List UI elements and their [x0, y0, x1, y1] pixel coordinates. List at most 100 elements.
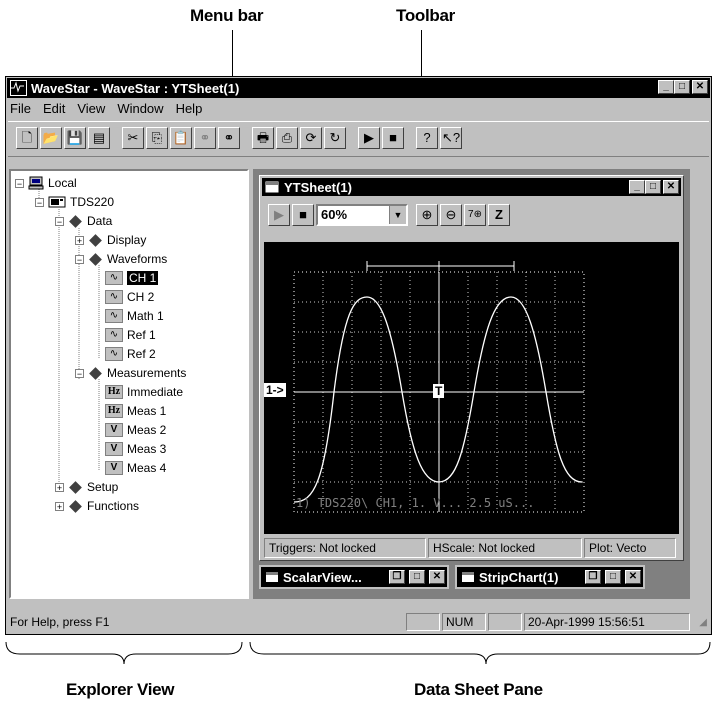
stop-icon[interactable]: ■	[382, 127, 404, 149]
minimized-window-title: ScalarView...	[283, 569, 362, 585]
collapse-icon[interactable]: −	[35, 197, 44, 207]
tree-label: Measurements	[107, 366, 187, 380]
wavestar-window: WaveStar - WaveStar : YTSheet(1) _ □ ✕ F…	[5, 76, 712, 635]
diamond-icon	[89, 366, 102, 380]
close-button[interactable]: ✕	[625, 570, 641, 584]
maximize-button[interactable]: □	[605, 570, 621, 584]
save-all-icon[interactable]: ▤	[88, 127, 110, 149]
minimize-button[interactable]: _	[658, 80, 674, 94]
tree-item-ch2[interactable]: ∿ CH 2	[105, 289, 154, 305]
tree-item-meas1[interactable]: Hz Meas 1	[105, 403, 166, 419]
menu-view[interactable]: View	[71, 101, 111, 119]
tree-label: Data	[87, 214, 113, 228]
plot-status: Plot: Vecto	[584, 538, 676, 558]
tree-item-tds220[interactable]: − TDS220	[35, 194, 114, 210]
close-button[interactable]: ✕	[429, 570, 445, 584]
tree-item-measurements[interactable]: − Measurements	[75, 365, 186, 381]
collapse-icon[interactable]: −	[55, 216, 64, 226]
collapse-icon[interactable]: −	[75, 254, 84, 264]
tree-label: Math 1	[127, 309, 164, 323]
collapse-icon[interactable]: −	[15, 178, 24, 188]
tree-item-immediate[interactable]: Hz Immediate	[105, 384, 183, 400]
expand-icon[interactable]: +	[55, 501, 64, 511]
run-icon[interactable]: ▶	[358, 127, 380, 149]
tree-item-functions[interactable]: + Functions	[55, 498, 139, 514]
zoom-in-icon[interactable]: ⊕	[416, 204, 438, 226]
refresh-icon[interactable]: ⟳	[300, 127, 322, 149]
restore-button[interactable]: ❐	[585, 570, 601, 584]
tree-item-ref2[interactable]: ∿ Ref 2	[105, 346, 156, 362]
restore-button[interactable]: ❐	[389, 570, 405, 584]
tree-item-ch1[interactable]: ∿ CH 1	[105, 270, 159, 286]
tree-label: CH 2	[127, 290, 155, 304]
ytsheet-title-bar[interactable]: YTSheet(1) _ □ ✕	[262, 178, 681, 196]
help-icon[interactable]: ?	[416, 127, 438, 149]
link-disabled-icon[interactable]: ⚭	[194, 127, 216, 149]
cut-icon[interactable]: ✂	[122, 127, 144, 149]
tree-label: Meas 4	[127, 461, 167, 475]
minimized-window-title: StripChart(1)	[479, 569, 559, 585]
tree-item-meas4[interactable]: V Meas 4	[105, 460, 166, 476]
zoom-box-icon[interactable]: Z	[488, 204, 510, 226]
computer-icon	[28, 176, 44, 190]
channel-marker[interactable]: 1->	[264, 383, 286, 397]
callout-toolbar: Toolbar	[396, 6, 455, 25]
tree-item-meas2[interactable]: V Meas 2	[105, 422, 166, 438]
maximize-button[interactable]: □	[409, 570, 425, 584]
menu-edit[interactable]: Edit	[37, 101, 71, 119]
stop-icon[interactable]: ■	[292, 204, 314, 226]
zoom-select[interactable]: 60% ▼	[316, 204, 408, 226]
v-icon: V	[105, 442, 123, 456]
close-button[interactable]: ✕	[663, 180, 679, 194]
resize-grip-icon[interactable]: ◢	[699, 617, 707, 628]
zoom-fit-icon[interactable]: 7⊕	[464, 204, 486, 226]
tree-label: Local	[48, 176, 77, 190]
hscale-status: HScale: Not locked	[428, 538, 582, 558]
trigger-marker[interactable]: T	[433, 384, 445, 398]
tree-item-ref1[interactable]: ∿ Ref 1	[105, 327, 156, 343]
save-icon[interactable]: 💾	[64, 127, 86, 149]
play-icon[interactable]: ▶	[268, 204, 290, 226]
minimize-button[interactable]: _	[629, 180, 645, 194]
tree-item-data[interactable]: − Data	[55, 213, 112, 229]
expand-icon[interactable]: +	[75, 235, 84, 245]
waveform-icon: ∿	[105, 309, 123, 323]
tree-item-local[interactable]: − Local	[15, 175, 77, 191]
explorer-view[interactable]: − Local − TDS220 − Data + Display − Wave…	[9, 169, 249, 599]
scope-display[interactable]: 1-> T 1) TDS220\ CH1, 1. V... 2.5 uS...	[264, 242, 679, 534]
open-icon[interactable]: 📂	[40, 127, 62, 149]
new-icon[interactable]: 🗋	[16, 127, 38, 149]
tree-label: Functions	[87, 499, 140, 513]
maximize-button[interactable]: □	[674, 80, 690, 94]
print-preview-icon[interactable]: ⎙	[276, 127, 298, 149]
callout-data-sheet-pane: Data Sheet Pane	[414, 680, 543, 699]
sheet-icon	[265, 181, 279, 193]
tree-item-waveforms[interactable]: − Waveforms	[75, 251, 167, 267]
menu-bar: File Edit View Window Help	[8, 101, 208, 119]
tree-item-meas3[interactable]: V Meas 3	[105, 441, 166, 457]
tree-item-setup[interactable]: + Setup	[55, 479, 118, 495]
link-icon[interactable]: ⚭	[218, 127, 240, 149]
chevron-down-icon[interactable]: ▼	[389, 206, 406, 224]
refresh-all-icon[interactable]: ↻	[324, 127, 346, 149]
menu-file[interactable]: File	[8, 101, 37, 119]
minimized-window-stripchart[interactable]: StripChart(1) ❐ □ ✕	[455, 565, 645, 589]
maximize-button[interactable]: □	[645, 180, 661, 194]
menu-help[interactable]: Help	[170, 101, 209, 119]
window-title-bar[interactable]: WaveStar - WaveStar : YTSheet(1) _ □ ✕	[7, 78, 710, 98]
minimized-window-scalarview[interactable]: ScalarView... ❐ □ ✕	[259, 565, 449, 589]
tree-item-math1[interactable]: ∿ Math 1	[105, 308, 164, 324]
context-help-icon[interactable]: ↖?	[440, 127, 462, 149]
menu-window[interactable]: Window	[111, 101, 169, 119]
diamond-icon	[89, 233, 102, 247]
print-icon[interactable]: 🖶	[252, 127, 274, 149]
tree-item-display[interactable]: + Display	[75, 232, 146, 248]
close-button[interactable]: ✕	[692, 80, 708, 94]
status-cell-empty	[488, 613, 522, 631]
copy-icon[interactable]: ⎘	[146, 127, 168, 149]
paste-icon[interactable]: 📋	[170, 127, 192, 149]
zoom-out-icon[interactable]: ⊖	[440, 204, 462, 226]
expand-icon[interactable]: +	[55, 482, 64, 492]
collapse-icon[interactable]: −	[75, 368, 84, 378]
v-icon: V	[105, 423, 123, 437]
